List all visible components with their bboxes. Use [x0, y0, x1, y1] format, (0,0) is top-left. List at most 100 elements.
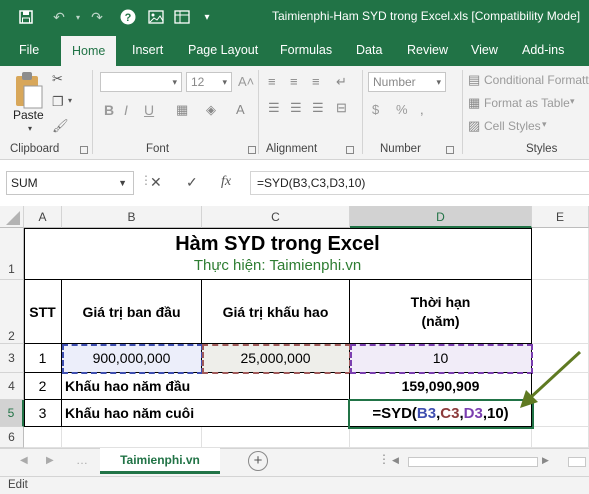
- cell-e1[interactable]: [532, 228, 589, 280]
- alignment-launcher-icon[interactable]: [346, 146, 354, 154]
- next-sheet-icon[interactable]: ▶: [46, 455, 54, 466]
- column-header-d[interactable]: D: [350, 206, 532, 228]
- customize-icon[interactable]: ▾: [200, 6, 214, 28]
- name-box-dropdown-icon[interactable]: ▼: [118, 172, 127, 194]
- header-life[interactable]: Thời hạn (năm): [350, 280, 532, 344]
- save-icon[interactable]: [14, 6, 38, 28]
- cell-a6[interactable]: [24, 427, 62, 448]
- tab-add-ins[interactable]: Add-ins: [522, 34, 564, 66]
- column-header-c[interactable]: C: [202, 206, 350, 228]
- undo-dropdown-icon[interactable]: ▾: [72, 6, 84, 28]
- insert-function-icon[interactable]: fx: [221, 174, 231, 190]
- row-header-4[interactable]: 4: [0, 373, 24, 400]
- cell-c6[interactable]: [202, 427, 350, 448]
- format-painter-icon[interactable]: 🖌: [52, 118, 69, 134]
- cell-a1-merged[interactable]: Hàm SYD trong Excel Thực hiện: Taimienph…: [24, 228, 532, 280]
- format-as-table-button[interactable]: Format as Table: [484, 96, 570, 110]
- number-launcher-icon[interactable]: [446, 146, 454, 154]
- undo-icon[interactable]: ↶: [48, 6, 70, 28]
- cell-b5-label[interactable]: Khấu hao năm cuôi: [62, 400, 350, 427]
- tab-data[interactable]: Data: [356, 34, 382, 66]
- tab-formulas[interactable]: Formulas: [280, 34, 332, 66]
- cell-a5[interactable]: 3: [24, 400, 62, 427]
- cell-e2[interactable]: [532, 280, 589, 344]
- italic-button[interactable]: I: [124, 102, 128, 118]
- align-top-icon[interactable]: ≡: [268, 74, 276, 89]
- name-box[interactable]: SUM ▼: [6, 171, 134, 195]
- conditional-formatting-button[interactable]: Conditional Formatti: [484, 73, 589, 87]
- prev-sheet-icon[interactable]: ◀: [20, 455, 28, 466]
- clipboard-launcher-icon[interactable]: [80, 146, 88, 154]
- image-icon[interactable]: [146, 6, 166, 28]
- font-size-box[interactable]: 12 ▾: [186, 72, 232, 92]
- copy-dropdown-icon[interactable]: ▾: [68, 96, 72, 105]
- align-right-icon[interactable]: ☰: [312, 100, 324, 116]
- paste-dropdown-icon[interactable]: ▾: [28, 124, 32, 133]
- font-launcher-icon[interactable]: [248, 146, 256, 154]
- scroll-left-icon[interactable]: ◀: [392, 455, 399, 466]
- row-header-1[interactable]: 1: [0, 228, 24, 280]
- row-header-5[interactable]: 5: [0, 400, 24, 427]
- currency-button[interactable]: $: [372, 102, 379, 117]
- cell-b6[interactable]: [62, 427, 202, 448]
- row-header-3[interactable]: 3: [0, 344, 24, 373]
- cell-styles-button[interactable]: Cell Styles: [484, 119, 541, 133]
- enter-icon[interactable]: ✓: [186, 174, 198, 191]
- cell-b3[interactable]: 900,000,000: [62, 344, 202, 373]
- percent-button[interactable]: %: [396, 102, 408, 117]
- sheet-tab-taimienphi[interactable]: Taimienphi.vn: [100, 448, 220, 474]
- cell-styles-icon[interactable]: ▨: [468, 118, 480, 134]
- column-header-a[interactable]: A: [24, 206, 62, 228]
- tab-split-icon[interactable]: ⋮: [378, 452, 390, 466]
- column-header-b[interactable]: B: [62, 206, 202, 228]
- tab-home[interactable]: Home: [61, 36, 117, 66]
- conditional-formatting-icon[interactable]: ▤: [468, 72, 480, 88]
- horizontal-scrollbar[interactable]: [408, 457, 538, 467]
- copy-icon[interactable]: ❐: [52, 94, 64, 110]
- cell-d6[interactable]: [350, 427, 532, 448]
- cell-a3[interactable]: 1: [24, 344, 62, 373]
- increase-font-icon[interactable]: A˄: [238, 74, 254, 89]
- fill-color-icon[interactable]: ◈: [206, 102, 216, 118]
- tab-insert[interactable]: Insert: [132, 34, 163, 66]
- scroll-right-icon[interactable]: ▶: [542, 455, 549, 466]
- cancel-icon[interactable]: ✕: [150, 174, 162, 191]
- cell-c3[interactable]: 25,000,000: [202, 344, 350, 373]
- add-sheet-icon[interactable]: +: [248, 451, 268, 471]
- borders-icon[interactable]: ▦: [176, 102, 188, 118]
- tab-file[interactable]: File: [19, 34, 39, 66]
- paste-label[interactable]: Paste: [13, 108, 44, 122]
- tab-view[interactable]: View: [471, 34, 498, 66]
- column-header-e[interactable]: E: [532, 206, 589, 228]
- row-header-6[interactable]: 6: [0, 427, 24, 448]
- comma-style-icon[interactable]: ,: [420, 102, 424, 117]
- help-icon[interactable]: ?: [118, 6, 138, 28]
- cell-b4-label[interactable]: Khấu hao năm đầu: [62, 373, 350, 400]
- select-all-corner[interactable]: [0, 206, 24, 228]
- formula-input[interactable]: =SYD(B3,C3,D3,10): [250, 171, 589, 195]
- paste-icon[interactable]: [12, 70, 46, 110]
- align-middle-icon[interactable]: ≡: [290, 74, 298, 89]
- header-stt[interactable]: STT: [24, 280, 62, 344]
- font-name-box[interactable]: ▾: [100, 72, 182, 92]
- cell-e6[interactable]: [532, 427, 589, 448]
- scrollbar-thumb[interactable]: [568, 457, 586, 467]
- number-format-box[interactable]: Number ▾: [368, 72, 446, 92]
- format-as-table-icon[interactable]: ▦: [468, 95, 480, 111]
- wrap-text-icon[interactable]: ↵: [336, 74, 347, 90]
- format-icon[interactable]: [172, 6, 192, 28]
- format-as-table-dropdown-icon[interactable]: ▾: [570, 96, 575, 107]
- header-salvage-value[interactable]: Giá trị khấu hao: [202, 280, 350, 344]
- more-sheets-icon[interactable]: …: [76, 453, 88, 467]
- cut-icon[interactable]: ✂: [52, 71, 63, 87]
- header-initial-value[interactable]: Giá trị ban đầu: [62, 280, 202, 344]
- bold-button[interactable]: B: [104, 102, 114, 118]
- align-left-icon[interactable]: ☰: [268, 100, 280, 116]
- font-color-icon[interactable]: A: [236, 102, 245, 117]
- align-center-icon[interactable]: ☰: [290, 100, 302, 116]
- cell-styles-dropdown-icon[interactable]: ▾: [542, 119, 547, 130]
- merge-center-icon[interactable]: ⊟: [336, 100, 347, 116]
- underline-button[interactable]: U: [144, 102, 154, 118]
- row-header-2[interactable]: 2: [0, 280, 24, 344]
- tab-page-layout[interactable]: Page Layout: [188, 34, 258, 66]
